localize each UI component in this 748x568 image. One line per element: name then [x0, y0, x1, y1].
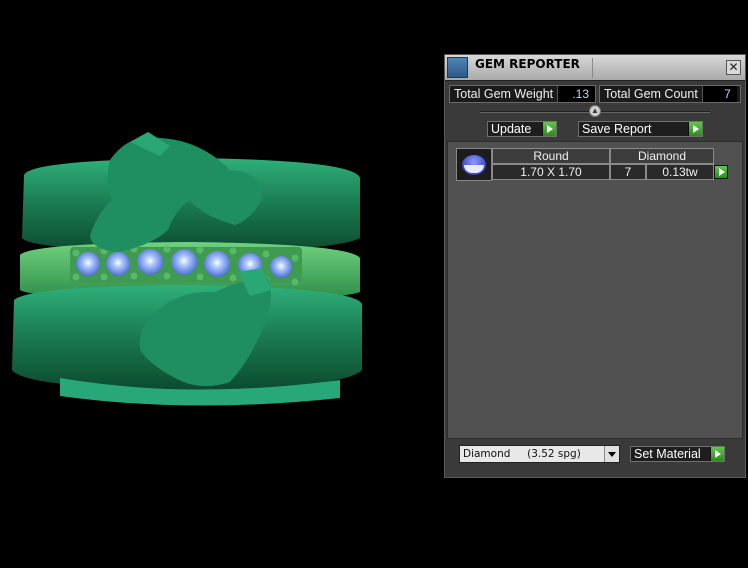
3d-viewport[interactable] — [0, 0, 440, 568]
save-report-button-label: Save Report — [582, 122, 652, 136]
titlebar-divider — [592, 58, 593, 78]
gem-shape: Round — [492, 148, 610, 164]
material-select-value: Diamond (3.52 spg) — [463, 448, 581, 460]
gem-size: 1.70 X 1.70 — [492, 164, 610, 180]
set-material-button-label: Set Material — [634, 447, 701, 461]
gem-weight: 0.13tw — [646, 164, 714, 180]
total-gem-count-label: Total Gem Count — [604, 87, 698, 101]
gem-row-select-arrow-icon[interactable] — [714, 165, 728, 179]
update-button[interactable]: Update — [487, 121, 557, 137]
gem-reporter-panel: GEM REPORTER ✕ Total Gem Weight .13 Tota… — [444, 54, 746, 478]
play-arrow-icon — [688, 122, 702, 136]
gem-list-item[interactable]: Round Diamond 1.70 X 1.70 7 0.13tw — [456, 148, 728, 181]
play-arrow-icon — [542, 122, 556, 136]
play-arrow-icon — [710, 447, 724, 461]
total-gem-weight-label: Total Gem Weight — [454, 87, 554, 101]
ring-model-render — [12, 132, 362, 406]
gem-material: Diamond — [610, 148, 714, 164]
save-report-button[interactable]: Save Report — [578, 121, 703, 137]
close-button[interactable]: ✕ — [726, 60, 741, 75]
gem-reporter-app-icon — [447, 57, 468, 78]
panel-title: GEM REPORTER — [475, 57, 580, 71]
total-gem-weight-field: Total Gem Weight .13 — [449, 85, 596, 103]
update-button-label: Update — [491, 122, 532, 136]
total-gem-count-value: 7 — [701, 86, 737, 102]
total-gem-count-field: Total Gem Count 7 — [599, 85, 741, 103]
chevron-down-icon[interactable] — [604, 446, 619, 462]
round-diamond-icon — [456, 148, 492, 181]
set-material-button[interactable]: Set Material — [630, 446, 725, 462]
gem-count: 7 — [610, 164, 646, 180]
panel-splitter-handle[interactable]: ▲ — [589, 105, 601, 117]
total-gem-weight-value: .13 — [557, 86, 595, 102]
material-select[interactable]: Diamond (3.52 spg) — [459, 445, 620, 463]
panel-titlebar[interactable]: GEM REPORTER ✕ — [445, 55, 745, 81]
gem-list[interactable]: Round Diamond 1.70 X 1.70 7 0.13tw — [447, 141, 743, 439]
